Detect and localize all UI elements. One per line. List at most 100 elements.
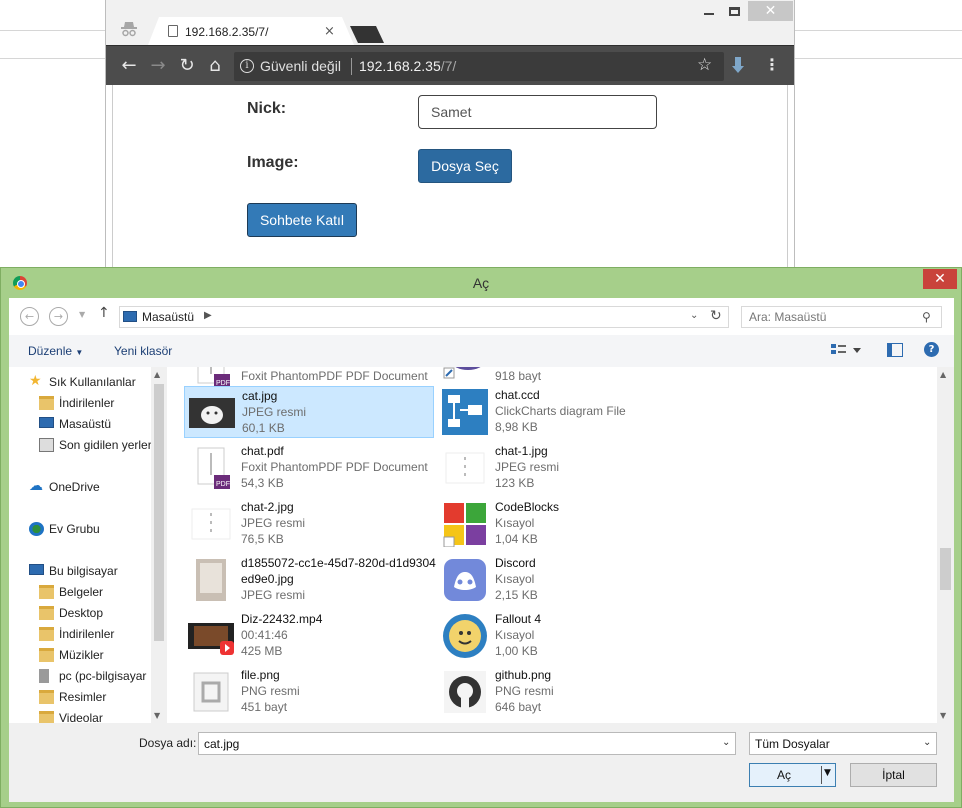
file-size: 2,15 KB [495,588,538,602]
dialog-close-button[interactable]: ✕ [923,269,957,289]
back-arrow-icon[interactable]: ← [20,307,39,326]
address-bar[interactable]: i Güvenli değil 192.168.2.35/7/ ☆ [234,52,724,81]
security-label[interactable]: Güvenli değil [260,58,341,74]
nav-scrollbar[interactable]: ▲ ▼ [151,367,167,723]
file-item[interactable]: chat-2.jpg JPEG resmi 76,5 KB [184,498,434,550]
file-item[interactable]: cat.jpg JPEG resmi 60,1 KB [184,386,434,438]
file-item[interactable]: Diz-22432.mp4 00:41:46 425 MB [184,610,434,662]
info-icon[interactable]: i [240,59,254,73]
file-name: github.png [495,668,552,682]
up-arrow-icon[interactable]: ↑ [98,305,110,321]
file-item[interactable]: chat.ccd ClickCharts diagram File 8,98 KB [438,386,688,438]
url-text[interactable]: 192.168.2.35/7/ [359,58,456,74]
forward-arrow-icon[interactable]: → [147,55,169,77]
open-button[interactable]: Aç ▼ [749,763,836,787]
file-name: d1855072-cc1e-45d7-820d-d1d9304 [241,556,436,570]
search-field[interactable]: Ara: Masaüstü ⚲ [741,306,942,328]
star-icon: ★ [29,372,42,388]
nav-item-label: Sık Kullanılanlar [49,375,136,389]
browser-titlebar: 192.168.2.35/7/ × ✕ [106,0,794,45]
tab-close-icon[interactable]: × [324,24,335,39]
new-folder-button[interactable]: Yeni klasör [114,344,172,358]
help-icon[interactable]: ? [924,342,939,357]
cancel-button[interactable]: İptal [850,763,937,787]
nick-input[interactable]: Samet [418,95,657,129]
photo-thumbnail-icon [188,557,234,603]
home-icon[interactable]: ⌂ [204,55,226,77]
scrollbar-thumb[interactable] [940,548,951,590]
minimize-button[interactable] [704,13,714,15]
scroll-up-icon[interactable]: ▲ [940,370,946,379]
chevron-down-icon[interactable]: ⌄ [722,737,730,748]
dialog-body: ← → ▼ ↑ Masaüstü ▶ ⌄ ↻ Ara: Masaüstü ⚲ D… [9,298,954,802]
chevron-down-icon[interactable]: ▼ [824,768,831,778]
page-content: Nick: Samet Image: Dosya Seç Sohbete Kat… [112,85,788,272]
file-type: PNG resmi [241,684,300,698]
scroll-down-icon[interactable]: ▼ [154,711,160,720]
fallout-icon [442,613,488,659]
chevron-down-icon[interactable]: ⌄ [923,737,931,748]
forward-arrow-icon[interactable]: → [49,307,68,326]
file-type: Kısayol [495,628,535,642]
onedrive-icon: ☁ [29,477,43,493]
history-dropdown-icon[interactable]: ▼ [79,310,85,319]
file-name: Discord [495,556,536,570]
choose-file-button[interactable]: Dosya Seç [418,149,512,183]
nav-item-label: Masaüstü [59,417,112,431]
dialog-title: Aç [472,275,490,291]
file-item[interactable]: github.png PNG resmi 646 bayt [438,666,688,718]
file-name: Fallout 4 [495,612,542,626]
file-item[interactable]: Fallout 4 Kısayol 1,00 KB [438,610,688,662]
new-tab-button[interactable] [350,26,384,43]
incognito-icon [121,20,137,40]
filetype-select[interactable]: Tüm Dosyalar ⌄ [749,732,937,755]
scroll-down-icon[interactable]: ▼ [940,711,946,720]
back-arrow-icon[interactable]: ← [118,55,140,77]
refresh-icon[interactable]: ↻ [710,308,722,324]
scrollbar-thumb[interactable] [154,384,164,641]
nav-item-label: Müzikler [59,648,104,662]
file-item[interactable]: CodeBlocks Kısayol 1,04 KB [438,498,688,550]
search-icon[interactable]: ⚲ [922,310,931,324]
tab-title: 192.168.2.35/7/ [185,25,269,39]
file-item[interactable]: Discord Kısayol 2,15 KB [438,554,688,606]
view-options-icon[interactable] [831,343,861,359]
file-type: Foxit PhantomPDF PDF Document [241,369,428,383]
reload-icon[interactable]: ↻ [176,55,198,77]
location-text[interactable]: Masaüstü [142,310,194,324]
join-chat-button[interactable]: Sohbete Katıl [247,203,357,237]
organize-button[interactable]: Düzenle ▼ [28,344,83,358]
file-size: 646 bayt [495,700,542,714]
file-size: 76,5 KB [241,532,284,546]
file-scrollbar[interactable]: ▲ ▼ [937,367,954,723]
menu-icon[interactable]: ⋮ [764,55,780,74]
window-close-button[interactable]: ✕ [748,1,793,21]
computer-icon [29,564,44,575]
desktop-folder-icon [39,606,54,620]
file-type: Kısayol [495,572,535,586]
dialog-navbar: ← → ▼ ↑ Masaüstü ▶ ⌄ ↻ Ara: Masaüstü ⚲ [9,298,954,335]
filename-input[interactable]: cat.jpg ⌄ [198,732,736,755]
file-item[interactable]: chat-1.jpg JPEG resmi 123 KB [438,442,688,494]
scroll-up-icon[interactable]: ▲ [154,370,160,379]
bookmark-star-icon[interactable]: ☆ [697,55,712,75]
file-item[interactable]: file.png PNG resmi 451 bayt [184,666,434,718]
file-item[interactable]: PDF chat.pdf Foxit PhantomPDF PDF Document… [184,442,434,494]
file-item[interactable]: d1855072-cc1e-45d7-820d-d1d9304 ed9e0.jpg… [184,554,436,606]
svg-text:PDF: PDF [216,481,230,488]
clickcharts-icon [442,389,488,435]
navigation-pane: ★ Sık Kullanılanlar İndirilenler Masaüstü So… [9,367,167,723]
file-size: 123 KB [495,476,535,490]
preview-pane-icon[interactable] [887,343,903,357]
chevron-down-icon[interactable]: ⌄ [690,310,698,321]
cat-thumbnail-icon [189,390,235,436]
location-bar[interactable]: Masaüstü ▶ ⌄ ↻ [119,306,729,328]
chevron-right-icon[interactable]: ▶ [204,310,212,321]
filename-value[interactable]: cat.jpg [204,737,239,751]
github-icon [442,669,488,715]
maximize-button[interactable] [729,7,740,16]
file-name: chat-1.jpg [495,444,548,458]
browser-toolbar: ← → ↻ ⌂ i Güvenli değil 192.168.2.35/7/ … [106,45,794,85]
url-separator [351,58,352,75]
download-icon[interactable] [732,57,744,75]
